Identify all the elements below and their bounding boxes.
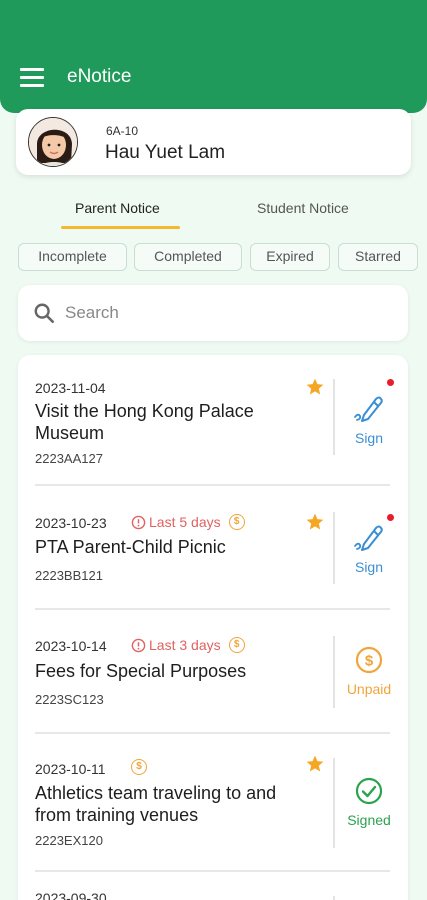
fee-coin-icon: $ [228, 514, 245, 530]
warning-circle-icon [131, 638, 146, 652]
notice-title: Visit the Hong Kong Palace Museum [35, 400, 330, 444]
sign-pen-icon [354, 396, 383, 422]
dollar-coin-icon: $ [355, 646, 383, 674]
notice-title-line: Fees for Special Purposes [35, 661, 247, 681]
sign-button[interactable]: Sign [338, 522, 400, 575]
deadline-warning-text: Last 5 days [149, 514, 221, 530]
filter-starred[interactable]: Starred [338, 243, 418, 271]
notice-code: 2223BB121 [35, 568, 103, 583]
notice-code: 2223SC123 [35, 692, 104, 707]
action-divider [333, 636, 335, 708]
active-tab-indicator [61, 226, 180, 229]
avatar [28, 117, 78, 167]
notice-title: Fees for Special Purposes [35, 660, 330, 682]
signed-status-button[interactable]: Signed [338, 777, 400, 828]
notice-title: Athletics team traveling to and from tra… [35, 782, 330, 826]
fee-coin-icon: $ [131, 759, 147, 775]
app-title: eNotice [67, 66, 132, 87]
filter-completed[interactable]: Completed [134, 243, 242, 271]
class-label: 6A-10 [106, 124, 139, 138]
notice-date: 2023-11-04 [35, 380, 106, 396]
notice-tabs: Parent Notice Student Notice [0, 196, 427, 232]
notice-title-line: Athletics team traveling to and [35, 783, 277, 803]
notice-title-line: PTA Parent-Child Picnic [35, 537, 226, 557]
sign-button[interactable]: Sign [338, 393, 400, 446]
action-label: Signed [347, 812, 391, 828]
check-circle-icon [355, 777, 383, 805]
notice-meta: Last 3 days $ [131, 637, 245, 653]
star-icon[interactable] [305, 754, 325, 774]
tab-parent-notice[interactable]: Parent Notice [75, 200, 160, 216]
pay-button[interactable]: $ Unpaid [338, 646, 400, 697]
action-divider [333, 512, 335, 584]
fee-coin-icon: $ [228, 637, 245, 653]
notice-date: 2023-10-23 [35, 515, 107, 531]
notice-list: 2023-11-04 Visit the Hong Kong Palace Mu… [18, 355, 408, 900]
filter-expired[interactable]: Expired [250, 243, 330, 271]
deadline-warning-text: Last 3 days [149, 637, 221, 653]
notice-date: 2023-10-14 [35, 638, 107, 654]
notice-meta: $ [131, 759, 147, 775]
deadline-warning: Last 5 days [131, 514, 221, 530]
notice-item[interactable]: 2023-09-30 [18, 872, 408, 900]
notice-title-line: Visit the Hong Kong Palace [35, 401, 254, 421]
notice-item[interactable]: 2023-11-04 Visit the Hong Kong Palace Mu… [18, 355, 408, 486]
star-icon[interactable] [305, 377, 325, 397]
notice-date: 2023-10-11 [35, 761, 106, 777]
notice-code: 2223AA127 [35, 451, 103, 466]
action-label: Unpaid [346, 681, 392, 697]
notice-title: PTA Parent-Child Picnic [35, 536, 330, 558]
action-divider [333, 758, 335, 848]
search-bar [18, 285, 408, 341]
unread-dot [387, 514, 394, 521]
notice-code: 2223EX120 [35, 833, 103, 848]
warning-circle-icon [131, 515, 146, 529]
action-divider [333, 896, 335, 900]
notice-title-line: from training venues [35, 805, 199, 825]
student-name: Hau Yuet Lam [105, 142, 226, 163]
tab-student-notice[interactable]: Student Notice [257, 200, 349, 216]
notice-meta: Last 5 days $ [131, 514, 245, 530]
search-icon [34, 303, 54, 323]
sign-pen-icon [354, 525, 383, 551]
notice-date: 2023-09-30 [35, 890, 107, 900]
svg-text:$: $ [365, 653, 374, 670]
notice-item[interactable]: 2023-10-23 Last 5 days $ PTA Parent-Chil… [18, 486, 408, 610]
app-header: eNotice [0, 0, 427, 113]
star-icon[interactable] [305, 512, 325, 532]
student-profile-card[interactable]: 6A-10 Hau Yuet Lam [16, 109, 411, 175]
deadline-warning: Last 3 days [131, 637, 221, 653]
notice-item[interactable]: 2023-10-14 Last 3 days $ Fees for Specia… [18, 610, 408, 734]
filter-incomplete[interactable]: Incomplete [18, 243, 127, 271]
action-divider [333, 379, 335, 455]
unread-dot [387, 379, 394, 386]
action-label: Sign [354, 559, 384, 575]
hamburger-menu-icon[interactable] [20, 68, 44, 88]
search-input[interactable] [65, 299, 385, 327]
notice-item[interactable]: 2023-10-11 $ Athletics team traveling to… [18, 734, 408, 872]
action-label: Sign [354, 430, 384, 446]
notice-title-line: Museum [35, 423, 105, 443]
